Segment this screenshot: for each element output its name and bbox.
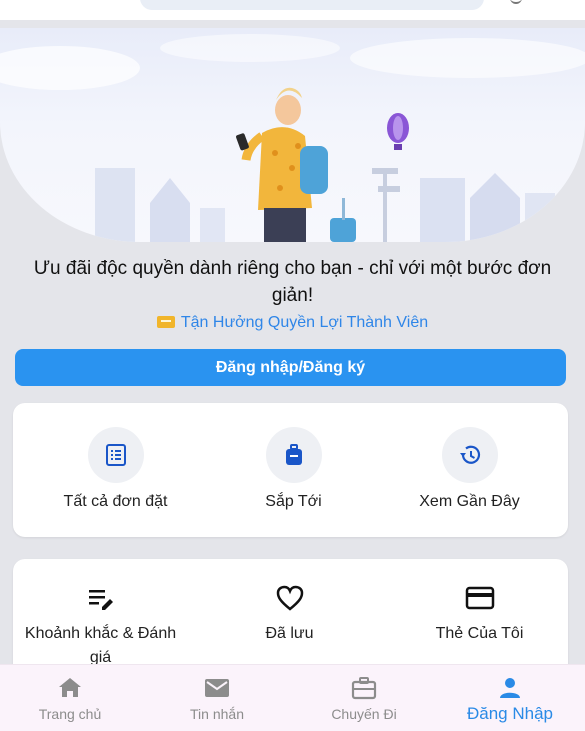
edit-note-icon: [88, 590, 113, 610]
all-orders-icon-circle: [87, 427, 144, 483]
mail-icon: [205, 679, 229, 697]
upcoming-item[interactable]: Sắp Tới: [201, 403, 386, 537]
my-cards-item[interactable]: Thẻ Của Tôi: [387, 559, 572, 679]
promo-title: Ưu đãi độc quyền dành riêng cho bạn - ch…: [33, 258, 552, 306]
hero-illustration: [0, 28, 585, 242]
search-bar[interactable]: [140, 0, 484, 10]
recently-viewed-label: Xem Gần Đây: [419, 493, 520, 510]
top-bar: [0, 0, 585, 20]
suitcase-icon: [285, 444, 302, 465]
nav-home-label: Trang chủ: [38, 706, 102, 722]
ticket-icon: [156, 316, 175, 328]
upcoming-label: Sắp Tới: [265, 493, 322, 510]
nav-trips[interactable]: Chuyến Đi: [291, 665, 437, 731]
traveler-illustration: [0, 34, 585, 242]
my-cards-label: Thẻ Của Tôi: [435, 625, 524, 642]
nav-trips-label: Chuyến Đi: [331, 706, 397, 722]
briefcase-icon: [351, 677, 377, 700]
moments-reviews-label: Khoảnh khắc & Đánh giá: [24, 625, 177, 666]
nav-login-label: Đăng Nhập: [466, 704, 553, 723]
member-benefits-link[interactable]: Tận Hưởng Quyền Lợi Thành Viên: [0, 313, 585, 333]
recently-viewed-item[interactable]: Xem Gần Đây: [377, 403, 562, 537]
bottom-navigation: Trang chủ Tin nhắn Chuyến Đi Đăng Nhập: [0, 664, 585, 731]
nav-messages-label: Tin nhắn: [190, 706, 244, 722]
top-right-icon[interactable]: [510, 0, 522, 4]
nav-home[interactable]: Trang chủ: [0, 665, 143, 731]
nav-login[interactable]: Đăng Nhập: [437, 665, 583, 731]
credit-card-icon: [465, 586, 494, 610]
heart-icon: [276, 585, 303, 611]
saved-label: Đã lưu: [265, 625, 314, 642]
upcoming-icon-circle: [265, 427, 322, 483]
recently-viewed-icon-circle: [441, 427, 498, 483]
list-icon: [105, 444, 126, 466]
moments-reviews-item[interactable]: Khoảnh khắc & Đánh giá: [8, 559, 193, 679]
tools-card: Khoảnh khắc & Đánh giá Đã lưu Thẻ Của Tô…: [13, 559, 568, 679]
history-icon: [459, 445, 480, 464]
all-orders-item[interactable]: Tất cả đơn đặt: [23, 403, 208, 537]
all-orders-label: Tất cả đơn đặt: [63, 493, 168, 510]
hero-banner: [0, 20, 585, 242]
nav-messages[interactable]: Tin nhắn: [144, 665, 290, 731]
person-icon: [500, 678, 520, 698]
login-register-button[interactable]: Đăng nhập/Đăng ký: [15, 349, 566, 386]
home-icon: [59, 678, 81, 697]
orders-card: Tất cả đơn đặt Sắp Tới Xem Gần Đây: [13, 403, 568, 537]
saved-item[interactable]: Đã lưu: [197, 559, 382, 679]
member-benefits-label: Tận Hưởng Quyền Lợi Thành Viên: [180, 314, 429, 331]
